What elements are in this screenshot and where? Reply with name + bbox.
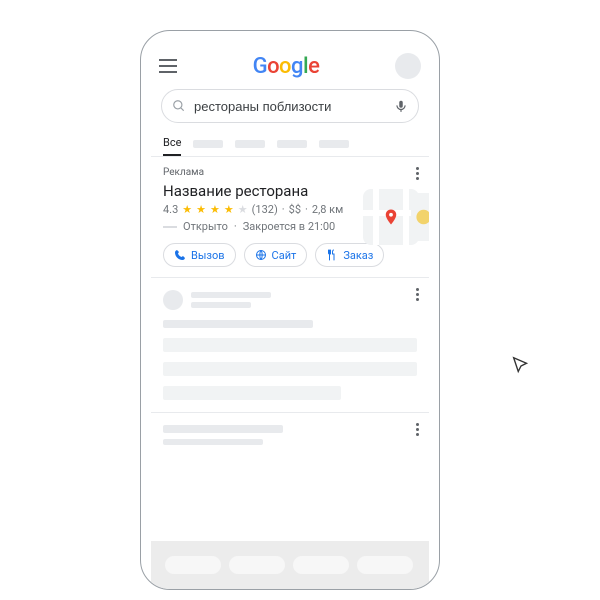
- tab-placeholder: [235, 140, 265, 148]
- favicon-placeholder: [163, 290, 183, 310]
- avatar[interactable]: [395, 53, 421, 79]
- close-time: Закроется в 21:00: [243, 220, 335, 233]
- rating-value: 4.3: [163, 203, 178, 216]
- star-icon: ★: [224, 203, 234, 216]
- menu-icon[interactable]: [159, 59, 177, 73]
- review-count: (132): [252, 203, 278, 216]
- dot-separator: ·: [234, 220, 237, 233]
- site-label: Сайт: [272, 249, 297, 262]
- cursor-icon: [510, 355, 532, 377]
- dot-separator: ·: [282, 203, 285, 216]
- placeholder-block: [163, 386, 341, 400]
- map-pin-icon: [382, 208, 400, 226]
- result-placeholder: [151, 278, 429, 413]
- placeholder-line: [191, 302, 251, 308]
- call-label: Вызов: [191, 249, 225, 262]
- open-status: Открыто: [183, 220, 228, 233]
- more-icon[interactable]: [416, 167, 419, 180]
- phone-frame: Google Все Реклама Название ресторана 4.…: [140, 30, 440, 590]
- distance: 2,8 км: [312, 203, 343, 216]
- placeholder-line: [163, 439, 263, 445]
- star-icon: ★: [196, 203, 206, 216]
- star-icon: ★: [182, 203, 192, 216]
- chip-placeholder: [357, 556, 413, 574]
- mic-icon[interactable]: [394, 99, 408, 113]
- search-bar[interactable]: [161, 89, 419, 123]
- placeholder-line: [163, 226, 177, 228]
- placeholder-line: [163, 425, 283, 433]
- google-logo: Google: [253, 54, 320, 79]
- star-icon: ★: [238, 203, 248, 216]
- star-icon: ★: [210, 203, 220, 216]
- placeholder-line: [191, 292, 271, 298]
- top-bar: Google: [151, 49, 429, 85]
- placeholder-block: [163, 338, 417, 352]
- ad-card[interactable]: Реклама Название ресторана 4.3 ★ ★ ★ ★ ★…: [151, 157, 429, 278]
- more-icon[interactable]: [416, 423, 419, 436]
- chip-placeholder: [229, 556, 285, 574]
- tab-placeholder: [277, 140, 307, 148]
- search-icon: [172, 99, 186, 113]
- result-placeholder: [151, 413, 429, 457]
- site-button[interactable]: Сайт: [244, 243, 308, 267]
- globe-icon: [255, 249, 267, 261]
- order-label: Заказ: [343, 249, 373, 262]
- tab-placeholder: [319, 140, 349, 148]
- screen: Google Все Реклама Название ресторана 4.…: [151, 49, 429, 589]
- more-icon[interactable]: [416, 288, 419, 301]
- search-tabs: Все: [151, 131, 429, 157]
- ad-label: Реклама: [163, 167, 417, 178]
- utensils-icon: [326, 249, 338, 261]
- order-button[interactable]: Заказ: [315, 243, 384, 267]
- placeholder-line: [163, 320, 313, 328]
- placeholder-block: [163, 362, 417, 376]
- action-row: Вызов Сайт Заказ: [163, 243, 417, 267]
- price-level: $$: [289, 203, 301, 216]
- search-input[interactable]: [194, 99, 386, 114]
- chip-placeholder: [165, 556, 221, 574]
- dot-separator: ·: [305, 203, 308, 216]
- call-button[interactable]: Вызов: [163, 243, 236, 267]
- tab-all[interactable]: Все: [163, 131, 181, 156]
- tab-placeholder: [193, 140, 223, 148]
- image-thumbnail[interactable]: [411, 193, 429, 241]
- footer-placeholder: [151, 541, 429, 589]
- phone-icon: [174, 249, 186, 261]
- chip-placeholder: [293, 556, 349, 574]
